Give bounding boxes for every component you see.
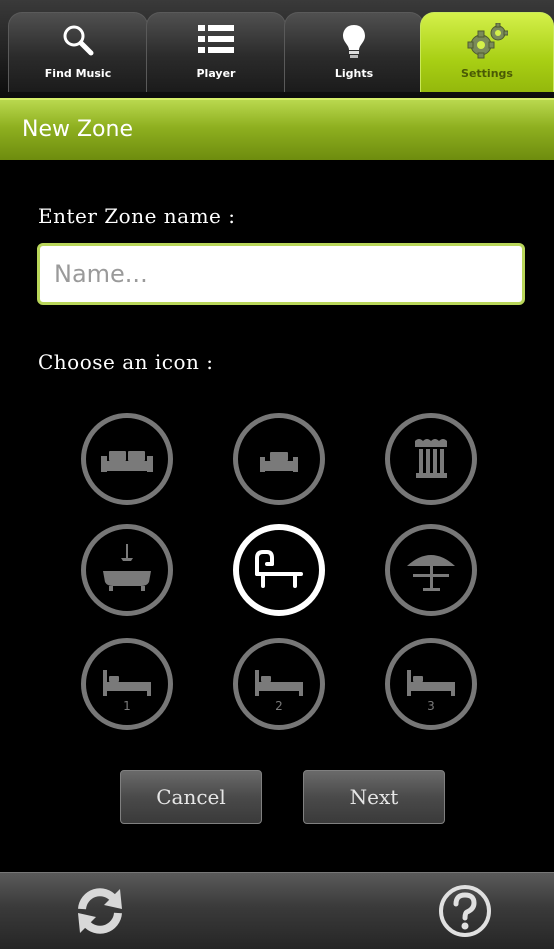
zone-icon-sofa[interactable] <box>81 413 173 505</box>
zone-icon-lounge-chair[interactable] <box>233 524 325 616</box>
bed-icon: 2 <box>255 670 303 713</box>
zone-icon-armchair[interactable] <box>233 413 325 505</box>
bed-number: 2 <box>275 699 283 713</box>
refresh-icon[interactable] <box>70 881 130 941</box>
bed-icon: 3 <box>407 670 455 713</box>
zone-icon-bed-3[interactable]: 3 <box>385 638 477 730</box>
title-bar: New Zone <box>0 98 554 160</box>
umbrella-table-icon <box>407 555 455 591</box>
tab-label: Settings <box>461 67 513 80</box>
zone-icon-bed-1[interactable]: 1 <box>81 638 173 730</box>
tab-bar: Find Music Player Lights Settings <box>0 0 554 98</box>
cancel-button[interactable]: Cancel <box>120 770 262 824</box>
zone-icon-bed-2[interactable]: 2 <box>233 638 325 730</box>
bed-number: 1 <box>123 699 131 713</box>
armchair-icon <box>260 452 298 472</box>
zone-icon-umbrella-table[interactable] <box>385 524 477 616</box>
bathtub-icon <box>103 544 151 591</box>
page-title: New Zone <box>22 117 133 142</box>
bottom-bar <box>0 872 554 949</box>
sofa-icon <box>101 451 153 472</box>
help-icon[interactable] <box>435 881 495 941</box>
search-icon <box>63 25 94 56</box>
list-icon <box>198 25 234 53</box>
gear-icon <box>467 23 508 59</box>
tab-lights[interactable]: Lights <box>284 12 424 92</box>
choose-icon-label: Choose an icon : <box>38 350 214 374</box>
zone-icon-column[interactable] <box>385 413 477 505</box>
tab-label: Lights <box>334 67 374 80</box>
tab-find-music[interactable]: Find Music <box>8 12 148 92</box>
bed-number: 3 <box>427 699 435 713</box>
tab-settings[interactable]: Settings <box>420 12 554 92</box>
bed-icon: 1 <box>103 670 151 713</box>
next-button[interactable]: Next <box>303 770 445 824</box>
bulb-icon <box>343 25 365 58</box>
tab-label: Player <box>196 67 236 80</box>
tab-label: Find Music <box>44 67 112 80</box>
lounge-chair-icon <box>255 550 303 588</box>
zone-icon-bathtub[interactable] <box>81 524 173 616</box>
tab-player[interactable]: Player <box>146 12 286 92</box>
zone-name-label: Enter Zone name : <box>38 204 236 228</box>
column-icon <box>415 439 447 478</box>
zone-name-input[interactable] <box>37 243 525 305</box>
